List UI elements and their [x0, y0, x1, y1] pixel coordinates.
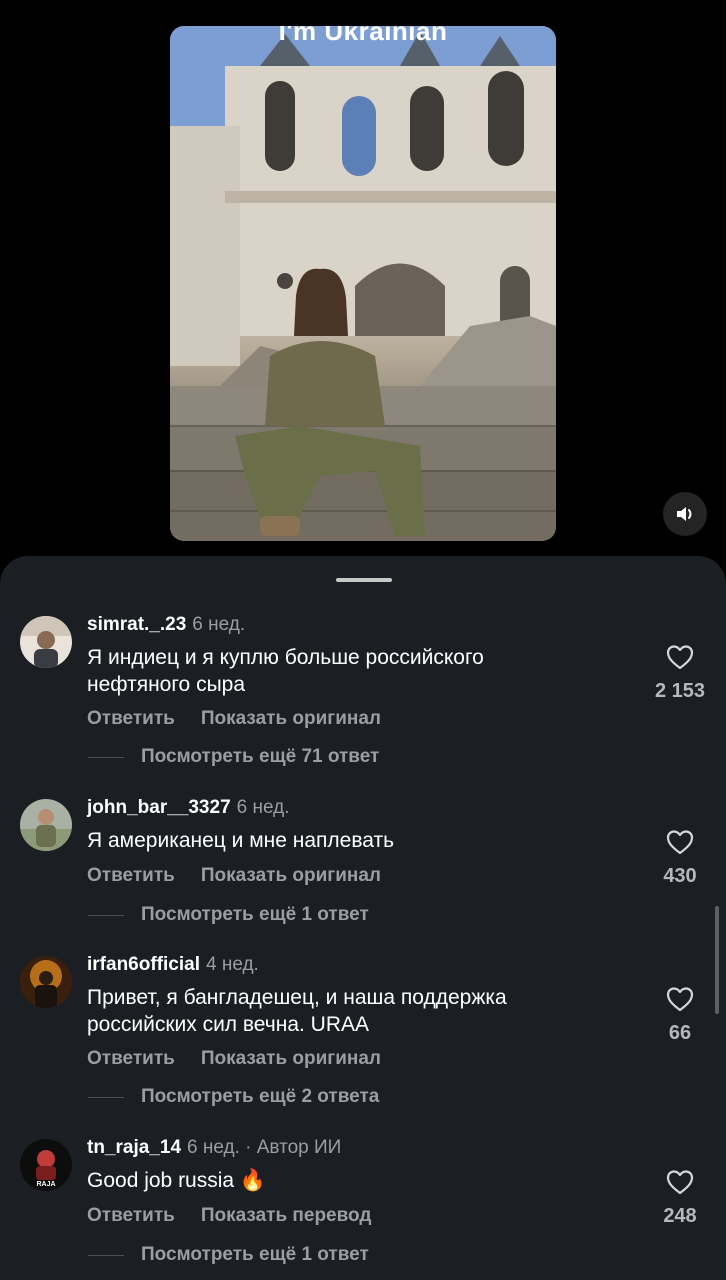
comment-timestamp: 6 нед.: [192, 614, 246, 635]
heart-icon: [666, 645, 694, 670]
reply-button[interactable]: Ответить: [87, 708, 175, 729]
comment-text: Я американец и мне наплевать: [87, 829, 395, 852]
heart-icon: [666, 987, 694, 1012]
comment-text: Я индиец и я куплю больше российского не…: [87, 646, 484, 696]
like-button[interactable]: 2 153: [655, 644, 705, 703]
show-original-button[interactable]: Показать оригинал: [201, 1048, 381, 1069]
replies-divider: [88, 914, 124, 916]
heart-icon: [666, 1170, 694, 1195]
sound-toggle-button[interactable]: [663, 492, 707, 536]
show-original-button[interactable]: Показать оригинал: [201, 708, 381, 729]
author-tag: · Автор ИИ: [245, 1137, 342, 1158]
view-replies-button[interactable]: Посмотреть ещё 1 ответ: [88, 904, 369, 926]
view-replies-label: Посмотреть ещё 1 ответ: [141, 1244, 369, 1265]
replies-divider: [88, 1254, 124, 1256]
like-count: 2 153: [655, 680, 706, 702]
comment-timestamp: 6 нед.: [187, 1137, 240, 1158]
comment-username[interactable]: simrat._.23: [87, 614, 186, 635]
like-button[interactable]: 66: [655, 986, 705, 1045]
replies-divider: [88, 756, 124, 758]
reply-button[interactable]: Ответить: [87, 865, 175, 886]
show-original-button[interactable]: Показать оригинал: [201, 865, 381, 886]
comment-username[interactable]: john_bar__3327: [87, 797, 231, 818]
like-count: 66: [668, 1022, 692, 1044]
video-player[interactable]: I'm Ukrainian: [170, 26, 556, 541]
view-replies-label: Посмотреть ещё 71 ответ: [141, 746, 380, 767]
like-count: 430: [663, 865, 697, 887]
avatar[interactable]: [20, 956, 72, 1008]
view-replies-label: Посмотреть ещё 2 ответа: [141, 1086, 380, 1107]
view-replies-label: Посмотреть ещё 1 ответ: [141, 904, 369, 925]
replies-divider: [88, 1096, 124, 1098]
like-button[interactable]: 430: [655, 829, 705, 888]
speaker-icon: [677, 507, 692, 521]
reply-button[interactable]: Ответить: [87, 1048, 175, 1069]
video-frame-image: [170, 26, 556, 541]
avatar-logo-text: RAJA: [36, 1181, 55, 1188]
avatar[interactable]: RAJA: [20, 1139, 72, 1191]
avatar[interactable]: [20, 799, 72, 851]
comment-timestamp: 6 нед.: [236, 797, 290, 818]
heart-icon: [666, 830, 694, 855]
avatar[interactable]: [20, 616, 72, 668]
comment-username[interactable]: tn_raja_14: [87, 1137, 181, 1158]
drag-handle[interactable]: [336, 578, 392, 582]
comments-sheet[interactable]: simrat._.23 6 нед. Я индиец и я куплю бол…: [0, 556, 726, 1280]
comment-text: Привет, я бангладешец, и наша поддержка …: [87, 986, 507, 1036]
like-button[interactable]: 248: [655, 1169, 705, 1228]
view-replies-button[interactable]: Посмотреть ещё 71 ответ: [88, 746, 379, 768]
reply-button[interactable]: Ответить: [87, 1205, 175, 1226]
view-replies-button[interactable]: Посмотреть ещё 1 ответ: [88, 1244, 369, 1266]
scrollbar[interactable]: [715, 906, 719, 1014]
video-caption: I'm Ukrainian: [278, 26, 448, 46]
show-translation-button[interactable]: Показать перевод: [201, 1205, 372, 1226]
comment-text: Good job russia 🔥: [87, 1169, 267, 1192]
comment-username[interactable]: irfan6official: [87, 954, 200, 975]
like-count: 248: [663, 1205, 697, 1227]
comment-timestamp: 4 нед.: [205, 954, 259, 975]
view-replies-button[interactable]: Посмотреть ещё 2 ответа: [88, 1086, 379, 1108]
